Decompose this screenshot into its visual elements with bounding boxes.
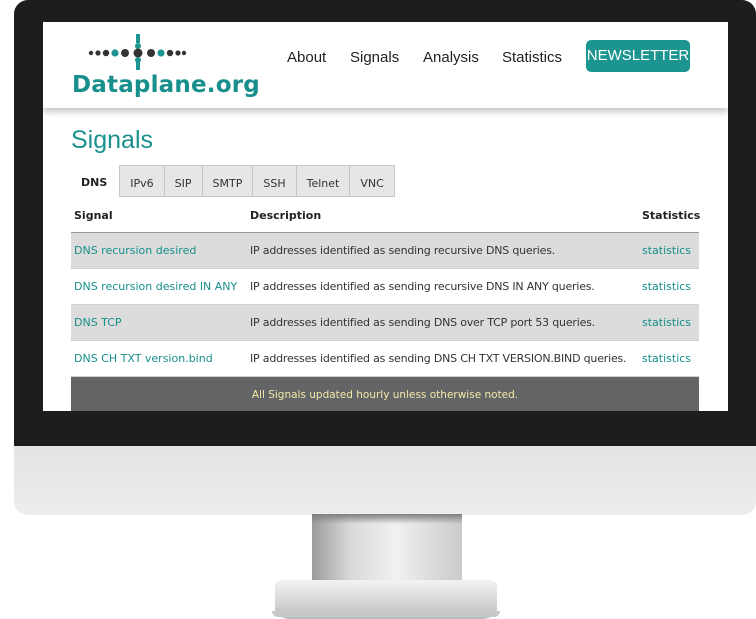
monitor-base-edge [272,611,500,617]
column-header-signal: Signal [74,209,113,222]
tab-smtp[interactable]: SMTP [202,165,254,197]
table-row: DNS recursion desired IN ANY IP addresse… [71,269,699,305]
page-title: Signals [71,126,153,154]
table-row: DNS CH TXT version.bind IP addresses ide… [71,341,699,377]
signal-description: IP addresses identified as sending recur… [250,280,595,293]
table-footer-note: All Signals updated hourly unless otherw… [71,377,699,411]
nav-signals[interactable]: Signals [350,49,399,66]
stand-shadow [312,514,462,524]
monitor-chin [14,446,756,515]
nav-analysis[interactable]: Analysis [423,49,479,66]
signal-description: IP addresses identified as sending DNS o… [250,316,595,329]
newsletter-button[interactable]: NEWSLETTER [586,40,690,72]
signal-description: IP addresses identified as sending recur… [250,244,556,257]
tab-sip[interactable]: SIP [164,165,203,197]
table-row: DNS recursion desired IP addresses ident… [71,233,699,269]
column-header-description: Description [250,209,322,222]
tab-telnet[interactable]: Telnet [296,165,351,197]
screen: Dataplane.org About Signals Analysis Sta… [43,22,728,411]
statistics-link[interactable]: statistics [642,244,691,257]
nav-statistics[interactable]: Statistics [502,49,562,66]
signal-link[interactable]: DNS recursion desired [74,244,196,257]
statistics-link[interactable]: statistics [642,316,691,329]
tab-ssh[interactable]: SSH [253,165,297,197]
tab-dns[interactable]: DNS [71,165,120,197]
signal-description: IP addresses identified as sending DNS C… [250,352,627,365]
monitor: Dataplane.org About Signals Analysis Sta… [14,0,756,515]
column-header-statistics: Statistics [642,209,701,222]
signals-table: Signal Description Statistics DNS recurs… [71,204,701,411]
tab-ipv6[interactable]: IPv6 [119,165,165,197]
table-header: Signal Description Statistics [71,204,701,233]
nav-about[interactable]: About [287,49,326,66]
site-logo-text[interactable]: Dataplane.org [72,72,260,98]
monitor-stand [312,514,462,584]
signal-link[interactable]: DNS TCP [74,316,122,329]
monitor-bezel: Dataplane.org About Signals Analysis Sta… [14,0,756,446]
dataplane-logo-icon [88,34,187,70]
statistics-link[interactable]: statistics [642,280,691,293]
table-row: DNS TCP IP addresses identified as sendi… [71,305,699,341]
site-header: Dataplane.org About Signals Analysis Sta… [43,22,728,108]
statistics-link[interactable]: statistics [642,352,691,365]
signal-link[interactable]: DNS recursion desired IN ANY [74,280,237,293]
signal-tabs: DNS IPv6 SIP SMTP SSH Telnet VNC [71,165,395,197]
signal-link[interactable]: DNS CH TXT version.bind [74,352,213,365]
tab-vnc[interactable]: VNC [350,165,395,197]
